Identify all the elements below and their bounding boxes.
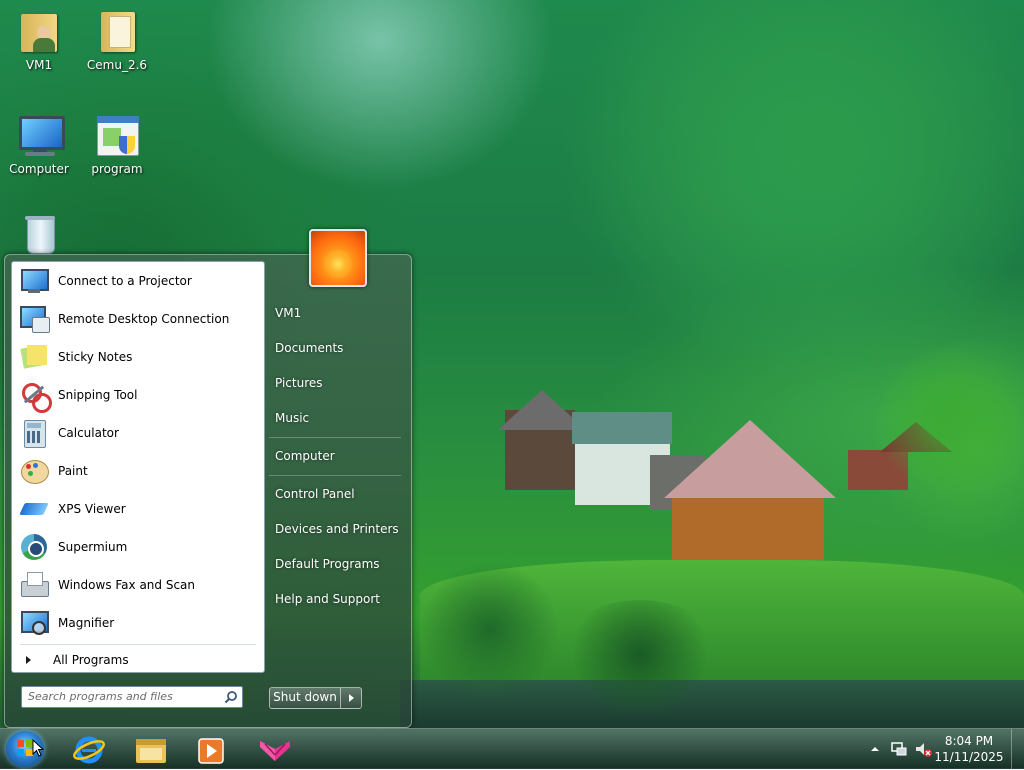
taskbar-file-explorer[interactable] — [124, 731, 178, 767]
snipping-tool-icon — [18, 379, 52, 413]
right-item-control-panel[interactable]: Control Panel — [269, 481, 405, 507]
right-item-pictures[interactable]: Pictures — [269, 370, 405, 396]
magnifier-icon — [18, 607, 50, 639]
shutdown-button[interactable]: Shut down — [269, 687, 340, 709]
triangle-right-icon — [26, 656, 31, 664]
supermium-icon — [18, 531, 50, 563]
divider — [20, 644, 256, 645]
taskbar: 8:04 PM 11/11/2025 — [0, 728, 1024, 769]
program-xps-viewer[interactable]: XPS Viewer — [16, 492, 260, 526]
sticky-notes-icon — [18, 341, 50, 373]
fax-scan-icon — [18, 569, 50, 601]
show-desktop-button[interactable] — [1011, 729, 1024, 769]
show-hidden-icons-arrow[interactable] — [870, 744, 880, 754]
program-label: Windows Fax and Scan — [58, 578, 196, 592]
divider — [269, 437, 401, 438]
computer-icon — [15, 112, 65, 160]
calculator-icon — [18, 417, 50, 449]
search-icon[interactable] — [224, 690, 238, 704]
xps-viewer-icon — [18, 493, 50, 525]
program-label: Snipping Tool — [58, 388, 138, 402]
desktop-icon-program[interactable]: program — [78, 112, 156, 176]
program-paint[interactable]: Paint — [16, 454, 260, 488]
program-label: Magnifier — [58, 616, 115, 630]
program-remote-desktop[interactable]: Remote Desktop Connection — [16, 302, 260, 336]
system-clock[interactable]: 8:04 PM 11/11/2025 — [934, 733, 1004, 765]
divider — [269, 475, 401, 476]
clock-time: 8:04 PM — [944, 734, 994, 748]
desktop-icon-label: program — [91, 162, 143, 176]
desktop-icon-cemu[interactable]: Cemu_2.6 — [78, 8, 156, 72]
clock-date: 11/11/2025 — [934, 750, 1004, 764]
program-supermium[interactable]: Supermium — [16, 530, 260, 564]
right-item-help-support[interactable]: Help and Support — [269, 586, 405, 612]
mouse-cursor-icon — [32, 739, 44, 757]
program-calculator[interactable]: Calculator — [16, 416, 260, 450]
right-item-default-programs[interactable]: Default Programs — [269, 551, 405, 577]
right-item-music[interactable]: Music — [269, 405, 405, 431]
right-item-documents[interactable]: Documents — [269, 335, 405, 361]
program-snipping-tool[interactable]: Snipping Tool — [16, 378, 260, 413]
folder-user-icon — [15, 8, 63, 56]
user-account-picture[interactable] — [309, 229, 367, 287]
taskbar-media-player[interactable] — [184, 731, 238, 767]
taskbar-internet-explorer[interactable] — [62, 731, 116, 767]
folder-icon — [93, 8, 141, 56]
desktop-icon-label: Cemu_2.6 — [86, 58, 148, 72]
program-sticky-notes[interactable]: Sticky Notes — [16, 340, 260, 374]
all-programs-button[interactable]: All Programs — [16, 648, 260, 672]
remote-desktop-icon — [18, 303, 50, 335]
volume-muted-icon[interactable] — [914, 740, 932, 758]
pink-cube-app-icon — [260, 741, 290, 761]
programs-pane: Connect to a Projector Remote Desktop Co… — [11, 261, 265, 673]
desktop-icon-label: Computer — [9, 162, 69, 176]
program-connect-to-projector[interactable]: Connect to a Projector — [16, 264, 260, 298]
program-label: Remote Desktop Connection — [58, 312, 230, 326]
program-label: Calculator — [58, 426, 119, 440]
right-item-computer[interactable]: Computer — [269, 443, 405, 469]
paint-icon — [18, 455, 50, 487]
program-magnifier[interactable]: Magnifier — [16, 606, 260, 640]
desktop-icon-computer[interactable]: Computer — [0, 112, 78, 176]
file-explorer-icon — [136, 739, 166, 763]
network-icon[interactable] — [890, 740, 908, 758]
desktop-icon-vm1[interactable]: VM1 — [0, 8, 78, 72]
program-label: Sticky Notes — [58, 350, 133, 364]
program-label: Supermium — [58, 540, 128, 554]
shutdown-options-arrow[interactable] — [340, 687, 362, 709]
internet-explorer-icon — [73, 736, 105, 764]
desktop-icon-label: VM1 — [25, 58, 53, 72]
right-item-vm1[interactable]: VM1 — [269, 300, 405, 326]
program-shortcut-icon — [93, 112, 141, 160]
start-menu: Connect to a Projector Remote Desktop Co… — [4, 229, 412, 728]
media-player-icon — [198, 738, 224, 764]
program-label: XPS Viewer — [58, 502, 126, 516]
all-programs-label: All Programs — [53, 653, 129, 667]
search-input[interactable] — [28, 687, 218, 705]
program-windows-fax-scan[interactable]: Windows Fax and Scan — [16, 568, 260, 602]
right-item-devices-printers[interactable]: Devices and Printers — [269, 516, 405, 542]
projector-icon — [18, 265, 50, 297]
program-label: Paint — [58, 464, 88, 478]
program-label: Connect to a Projector — [58, 274, 192, 288]
search-box[interactable] — [21, 686, 243, 708]
taskbar-pink-cube-app[interactable] — [248, 731, 302, 767]
